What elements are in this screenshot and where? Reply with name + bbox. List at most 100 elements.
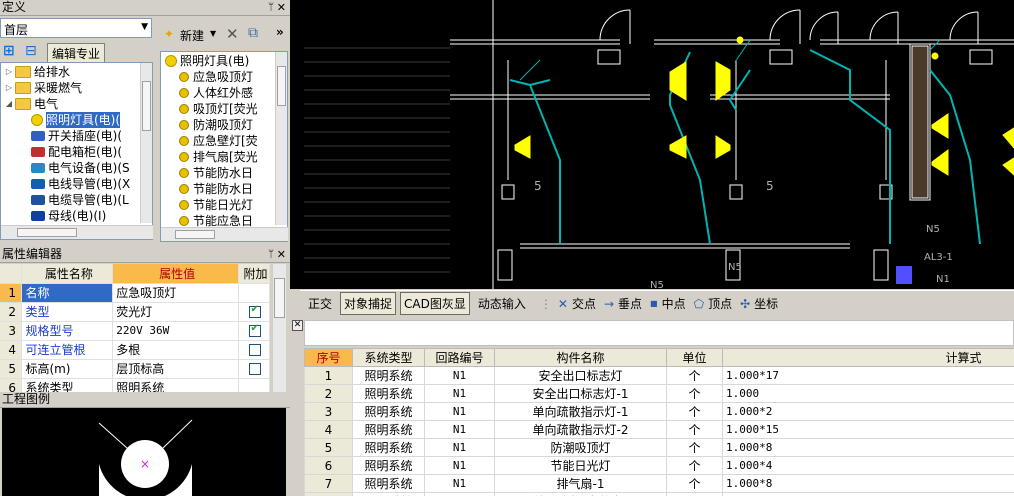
- prop-header-value: 属性值: [112, 264, 239, 284]
- tree-item[interactable]: ◢ 电气: [1, 96, 152, 112]
- property-row[interactable]: 3 规格型号 220V 36W: [0, 321, 270, 341]
- edit-specialty-button[interactable]: 编辑专业: [47, 43, 106, 64]
- grid-header[interactable]: 回路编号: [424, 348, 495, 367]
- property-name: 规格型号: [21, 321, 114, 341]
- tree-item[interactable]: 照明灯具(电)(: [1, 112, 152, 128]
- tree-item[interactable]: 电气设备(电)(S: [1, 160, 152, 176]
- component-item-label: 应急吸顶灯: [193, 70, 254, 84]
- new-icon[interactable]: ✦: [164, 27, 174, 41]
- new-button[interactable]: 新建: [180, 27, 204, 44]
- property-add-checkbox[interactable]: [249, 344, 262, 356]
- grid-row[interactable]: 1 照明系统 N1 安全出口标志灯个 1.000*17: [304, 366, 1014, 385]
- intersection-snap[interactable]: 交点: [568, 292, 600, 315]
- component-toolbar: ✦ 新建 ▼ ✕ ⧉ »: [160, 21, 288, 49]
- grid-cell: 单向疏散指示灯-1: [494, 402, 667, 421]
- midpoint-snap-icon[interactable]: ■: [650, 299, 658, 308]
- grid-row[interactable]: 5 照明系统 N1 防潮吸顶灯个 1.000*8: [304, 438, 1014, 457]
- midpoint-snap[interactable]: 中点: [658, 292, 690, 315]
- tree-item[interactable]: 电线导管(电)(X: [1, 176, 152, 192]
- tree-expand-icon[interactable]: ▷: [3, 64, 15, 80]
- add-group-icon[interactable]: ⊞: [3, 43, 21, 59]
- tree-item[interactable]: 配电箱柜(电)(: [1, 144, 152, 160]
- grid-cell: 个: [666, 456, 723, 475]
- grid-row[interactable]: 8照明系统N1墙上座灯(电井内)个1.000*2: [304, 492, 1014, 496]
- coordinate-snap[interactable]: 坐标: [750, 292, 782, 315]
- object-snap-toggle[interactable]: 对象捕捉: [340, 292, 397, 315]
- component-item-label: 排气扇[荧光: [193, 150, 258, 164]
- component-item[interactable]: 节能防水日: [161, 165, 287, 181]
- component-item[interactable]: 节能防水日: [161, 181, 287, 197]
- pin-icon[interactable]: ᛘ: [268, 0, 274, 15]
- grid-header[interactable]: 构件名称: [494, 348, 667, 367]
- vertex-snap-icon[interactable]: ⬠: [694, 297, 704, 311]
- property-row[interactable]: 2 类型 荧光灯: [0, 302, 270, 322]
- grid-row[interactable]: 7 照明系统 N1 排气扇-1 个 1.000*8: [304, 474, 1014, 493]
- copy-icon[interactable]: ⧉: [248, 25, 258, 41]
- new-dropdown-icon[interactable]: ▼: [210, 29, 216, 38]
- folder-icon: [15, 82, 31, 94]
- tree-expand-icon[interactable]: ▷: [3, 80, 15, 96]
- cad-drawing-area[interactable]: 5 5 N5 N5 N5 AL3-1 N1: [290, 0, 1014, 289]
- tree-expand-icon[interactable]: ◢: [3, 96, 15, 112]
- close-icon[interactable]: ✕: [277, 247, 286, 262]
- dynamic-input-toggle[interactable]: 动态输入: [474, 292, 530, 315]
- lamp-icon: [179, 216, 189, 226]
- collapse-icon[interactable]: ⊟: [25, 43, 43, 59]
- close-icon[interactable]: ✕: [292, 320, 303, 331]
- property-add-checkbox[interactable]: [249, 363, 262, 375]
- component-item[interactable]: 节能日光灯: [161, 197, 287, 213]
- property-value[interactable]: 荧光灯: [112, 302, 239, 322]
- intersection-snap-icon[interactable]: ✕: [558, 297, 568, 311]
- property-row[interactable]: 5 标高(m) 层顶标高: [0, 359, 270, 379]
- component-item[interactable]: 应急壁灯[荧: [161, 133, 287, 149]
- perpendicular-snap-icon[interactable]: →: [604, 297, 614, 311]
- component-item[interactable]: 照明灯具(电): [161, 53, 287, 69]
- coordinate-snap-icon[interactable]: ✣: [740, 297, 750, 311]
- grid-cell: 个: [666, 420, 723, 439]
- perpendicular-snap[interactable]: 垂点: [614, 292, 646, 315]
- legend-canvas: ×: [2, 408, 286, 496]
- more-icon[interactable]: »: [276, 25, 284, 39]
- tree-item[interactable]: 电缆导管(电)(L: [1, 192, 152, 208]
- pin-icon[interactable]: ᛘ: [268, 247, 274, 262]
- tree-item-label: 配电箱柜(电)(: [48, 145, 123, 159]
- close-icon[interactable]: ✕: [277, 0, 286, 15]
- property-row[interactable]: 4 可连立管根 多根: [0, 340, 270, 360]
- component-item[interactable]: 吸顶灯[荧光: [161, 101, 287, 117]
- property-add-checkbox[interactable]: [249, 323, 262, 337]
- tree-item[interactable]: 开关插座(电)(: [1, 128, 152, 144]
- component-item[interactable]: 排气扇[荧光: [161, 149, 287, 165]
- tree-item[interactable]: 母线(电)(I): [1, 208, 152, 224]
- component-item[interactable]: 人体红外感: [161, 85, 287, 101]
- grid-row[interactable]: 4 照明系统 N1 单向疏散指示灯-2 个 1.000*15: [304, 420, 1014, 439]
- device-icon: [31, 163, 45, 173]
- grid-header[interactable]: 单位: [666, 348, 723, 367]
- grid-row[interactable]: 2 照明系统 N1 安全出口标志灯-1 个 1.000: [304, 384, 1014, 403]
- cable-icon: [31, 195, 45, 205]
- component-item[interactable]: 应急吸顶灯: [161, 69, 287, 85]
- prop-header-add: 附加: [238, 264, 270, 284]
- delete-icon[interactable]: ✕: [226, 25, 239, 43]
- ortho-toggle[interactable]: 正交: [304, 292, 336, 315]
- grid-cell: 7: [304, 474, 353, 493]
- grid-header[interactable]: 序号: [304, 348, 353, 367]
- cad-gray-toggle[interactable]: CAD图灰显: [400, 292, 470, 315]
- vertex-snap[interactable]: 顶点: [704, 292, 736, 315]
- property-row[interactable]: 1 名称 应急吸顶灯: [0, 283, 270, 303]
- grid-row[interactable]: 3 照明系统 N1 单向疏散指示灯-1 个 1.000*2: [304, 402, 1014, 421]
- legend-titlebar: 工程图例: [0, 392, 290, 408]
- grid-cell: 照明系统: [352, 402, 425, 421]
- property-value[interactable]: 层顶标高: [112, 359, 239, 379]
- tree-item[interactable]: ▷ 采暖燃气: [1, 80, 152, 96]
- floor-select[interactable]: 首层 ▼: [0, 18, 152, 38]
- chevron-down-icon[interactable]: ▼: [141, 22, 148, 32]
- property-value[interactable]: 多根: [112, 340, 239, 360]
- property-value[interactable]: 应急吸顶灯: [112, 283, 239, 303]
- component-item[interactable]: 防潮吸顶灯: [161, 117, 287, 133]
- grid-row[interactable]: 6 照明系统 N1 节能日光灯个 1.000*4: [304, 456, 1014, 475]
- grid-header[interactable]: 计算式: [722, 348, 1014, 367]
- property-value[interactable]: 220V 36W: [112, 321, 239, 341]
- tree-item[interactable]: ▷ 给排水: [1, 64, 152, 80]
- grid-header[interactable]: 系统类型: [352, 348, 425, 367]
- property-add-checkbox[interactable]: [249, 304, 262, 318]
